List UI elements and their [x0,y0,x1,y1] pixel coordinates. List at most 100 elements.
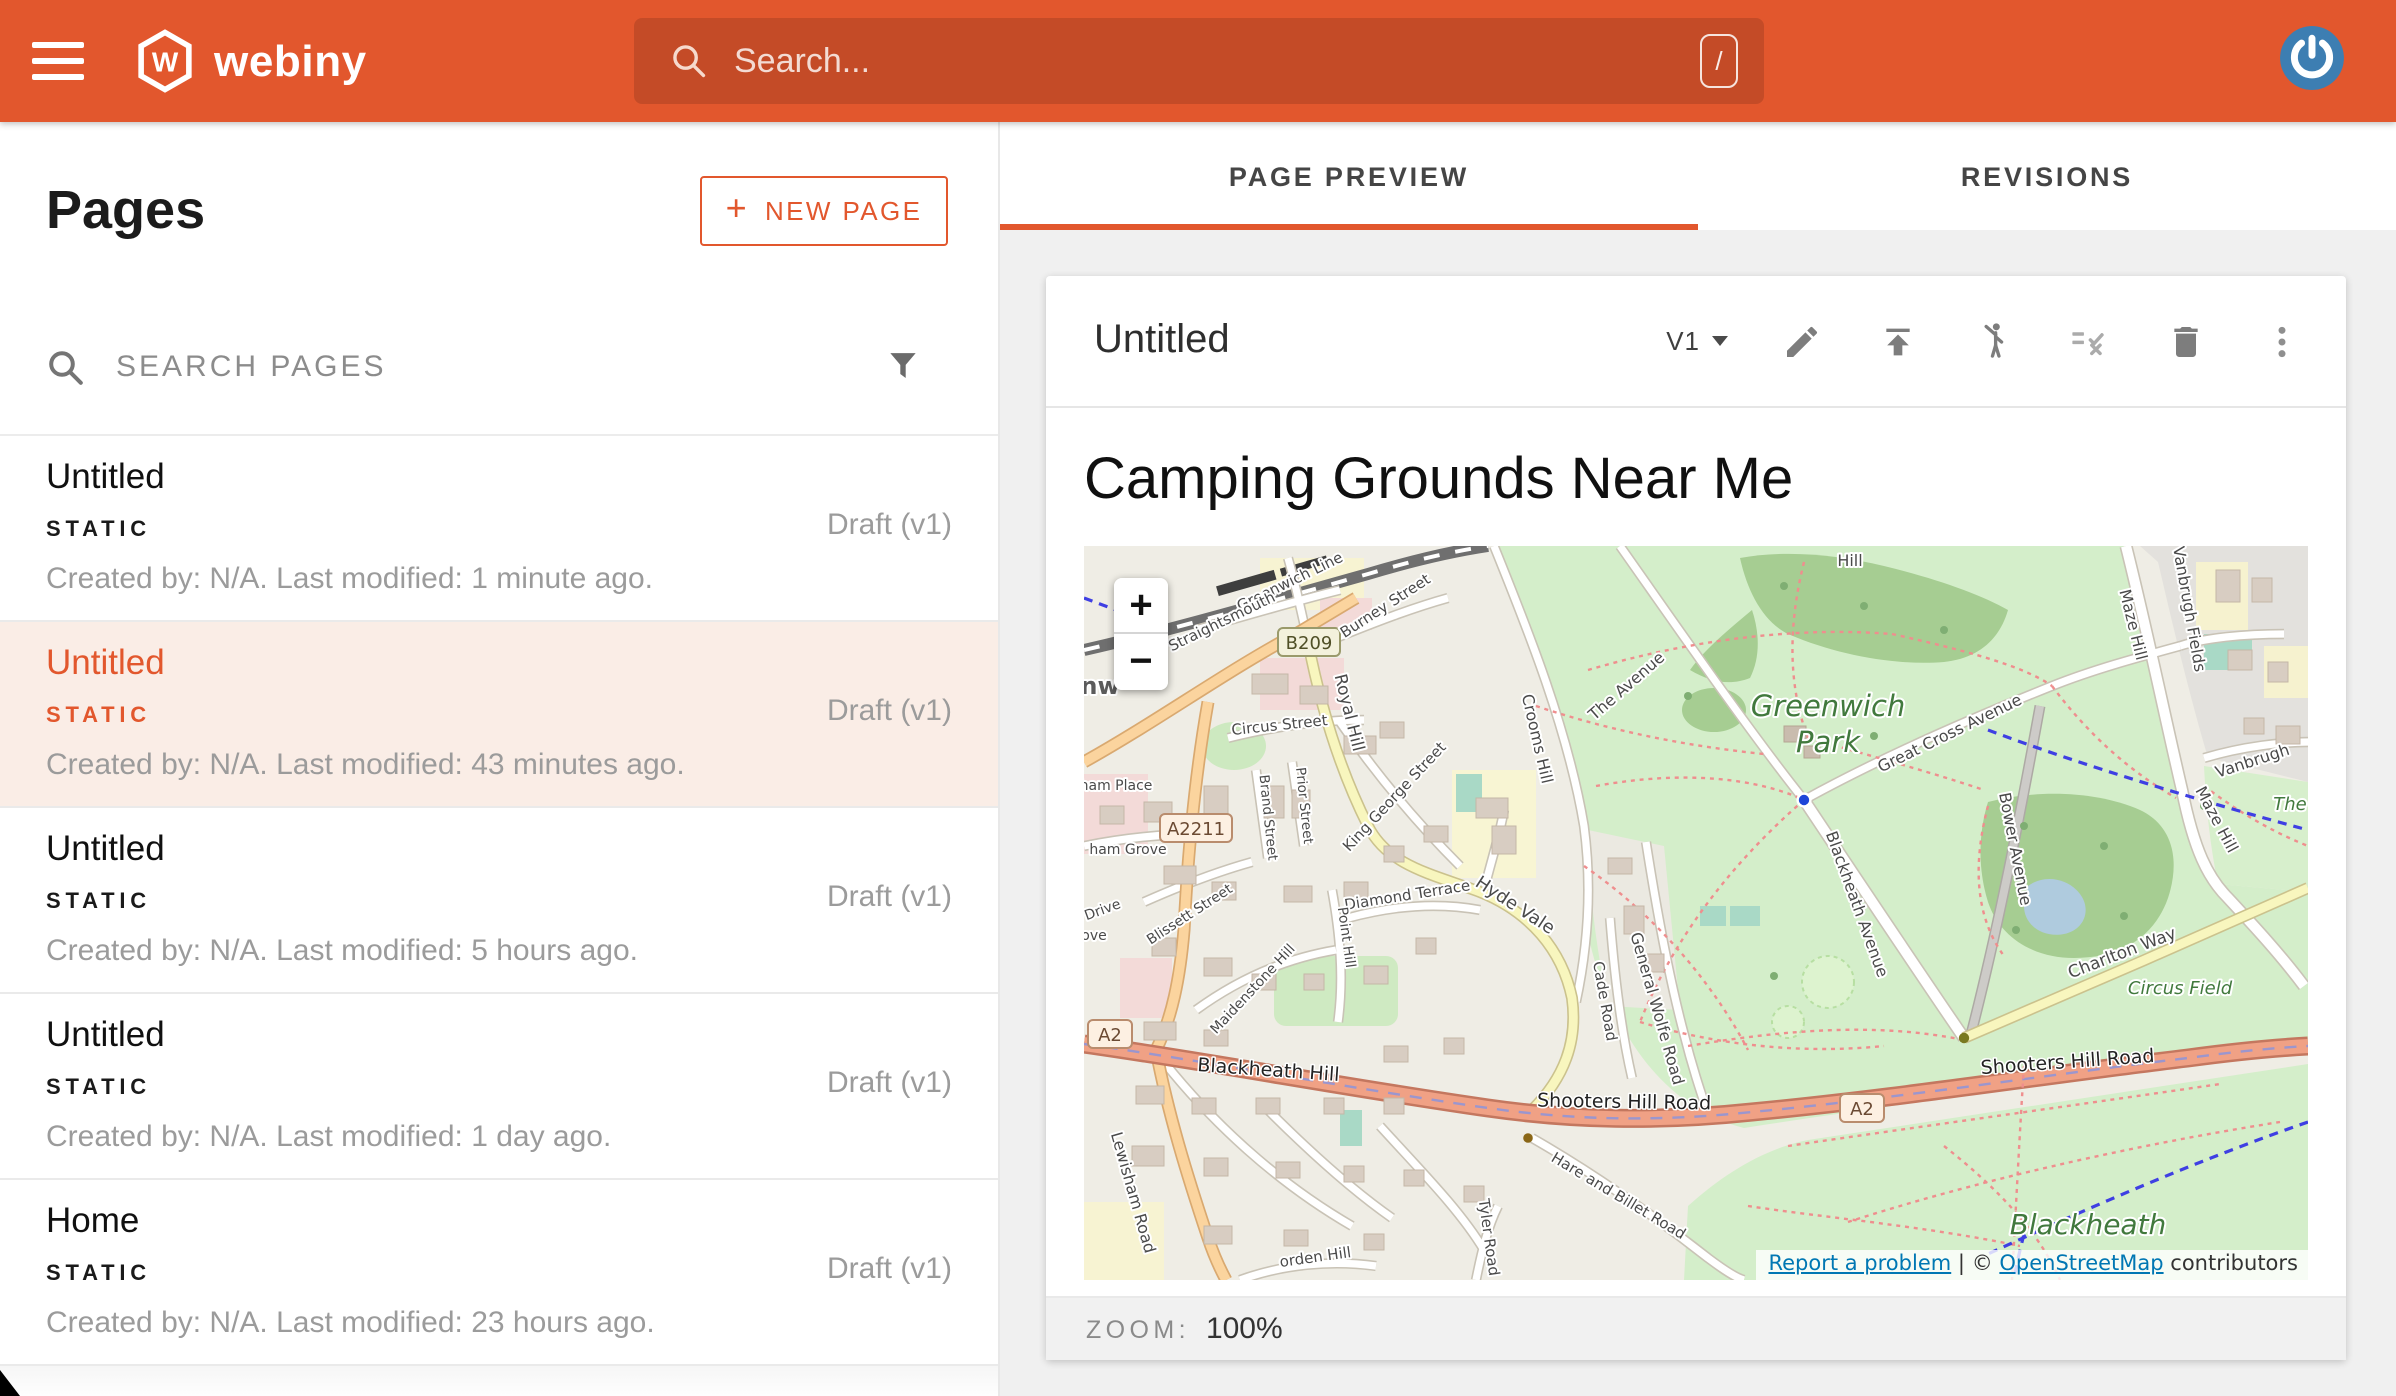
svg-text:The: The [2273,794,2306,815]
page-item-title: Untitled [46,828,165,870]
svg-text:A2211: A2211 [1167,819,1225,840]
svg-text:ove: ove [1084,928,1107,944]
page-item-title: Untitled [46,456,165,498]
page-item-type: STATIC [46,704,151,728]
svg-text:A2: A2 [1098,1025,1122,1046]
checklist-check-x-icon [2068,320,2110,362]
page-list-item[interactable]: Untitled STATIC Draft (v1) Created by: N… [0,436,998,622]
page-list-item[interactable]: Untitled STATIC Draft (v1) Created by: N… [0,808,998,994]
svg-text:A2: A2 [1850,1099,1874,1120]
contributors-text: contributors [2170,1252,2298,1276]
brand-wordmark: webiny [214,35,367,87]
filter-icon [884,345,922,383]
page-details-panel: PAGE PREVIEW REVISIONS Untitled V1 [1000,122,2396,1396]
global-search-input[interactable] [734,41,1700,81]
search-icon [670,42,708,80]
tab-page-preview[interactable]: PAGE PREVIEW [1000,122,1698,230]
page-item-meta: Created by: N/A. Last modified: 5 hours … [46,934,638,968]
webiny-logo: W webiny [134,28,367,94]
page-item-type: STATIC [46,518,151,542]
attribution-separator: | [1958,1252,1965,1276]
pencil-icon [1781,321,1821,361]
review-requests-button[interactable] [2068,320,2110,362]
page-list-item[interactable]: Home STATIC Draft (v1) Created by: N/A. … [0,1180,998,1366]
zoom-value: 100% [1206,1312,1283,1346]
page-item-title: Untitled [46,1014,165,1056]
preview-zoom-bar: ZOOM: 100% [1046,1296,2346,1360]
version-dropdown[interactable]: V1 [1666,326,1728,356]
svg-text:Park: Park [1796,725,1861,759]
map-canvas: B209 A2211 A2 A2 Greenwich Line Straight… [1084,546,2308,1280]
page-title: Pages [46,180,700,242]
vertical-dots-icon [2261,321,2301,361]
page-item-title: Untitled [46,642,165,684]
webiny-hexagon-icon: W [134,28,196,94]
content-heading: Camping Grounds Near Me [1084,448,2346,514]
version-value: V1 [1666,326,1700,356]
submit-review-button[interactable] [1972,320,2014,362]
map-attribution: Report a problem | © OpenStreetMap contr… [1756,1250,2308,1280]
report-problem-link[interactable]: Report a problem [1768,1252,1951,1276]
page-item-title: Home [46,1200,139,1242]
svg-text:Greenwich: Greenwich [1751,689,1906,723]
page-item-type: STATIC [46,1262,151,1286]
publish-button[interactable] [1876,320,1918,362]
map-zoom-control: + − [1114,578,1168,690]
svg-text:W: W [152,47,179,78]
page-item-meta: Created by: N/A. Last modified: 1 day ag… [46,1120,611,1154]
page-item-type: STATIC [46,1076,151,1100]
filter-button[interactable] [834,341,926,393]
edit-button[interactable] [1780,320,1822,362]
zoom-in-button[interactable]: + [1114,578,1168,634]
new-page-label: NEW PAGE [765,196,922,226]
page-item-meta: Created by: N/A. Last modified: 23 hours… [46,1306,655,1340]
svg-text:Circus Field: Circus Field [2128,978,2233,999]
keyboard-shortcut-badge: / [1700,34,1738,88]
new-page-button[interactable]: + NEW PAGE [700,176,948,246]
page-item-status: Draft (v1) [827,508,952,542]
user-avatar[interactable] [2280,26,2344,90]
search-pages-input[interactable] [116,350,834,384]
openstreetmap-link[interactable]: OpenStreetMap [1999,1252,2163,1276]
webiny-admin-page: W webiny / Pages + NEW PAGE [0,0,2396,1396]
page-item-status: Draft (v1) [827,694,952,728]
zoom-out-button[interactable]: − [1114,634,1168,690]
person-waving-icon [1972,320,2014,362]
delete-button[interactable] [2164,320,2206,362]
preview-page-title: Untitled [1094,318,1666,364]
copyright-symbol: © [1972,1252,1993,1276]
pages-header: Pages + NEW PAGE [0,122,998,300]
page-item-meta: Created by: N/A. Last modified: 43 minut… [46,748,685,782]
publish-icon [1877,321,1917,361]
global-search: / [634,18,1764,104]
svg-text:ham Place: ham Place [1084,778,1152,794]
chevron-down-icon [1712,336,1728,346]
menu-icon[interactable] [32,42,84,80]
page-item-status: Draft (v1) [827,1066,952,1100]
svg-text:ham Grove: ham Grove [1089,842,1166,858]
page-list-item-selected[interactable]: Untitled STATIC Draft (v1) Created by: N… [0,622,998,808]
page-item-status: Draft (v1) [827,880,952,914]
details-tabs: PAGE PREVIEW REVISIONS [1000,122,2396,230]
svg-text:Blackheath: Blackheath [2010,1208,2167,1241]
page-item-type: STATIC [46,890,151,914]
search-icon [46,347,86,387]
zoom-label: ZOOM: [1086,1315,1190,1343]
more-options-button[interactable] [2260,320,2302,362]
search-pages-bar [0,300,998,436]
svg-text:Shooters Hill Road: Shooters Hill Road [1537,1089,1711,1114]
svg-text:Hill: Hill [1837,551,1862,570]
preview-card-header: Untitled V1 [1046,276,2346,408]
pages-list-panel: Pages + NEW PAGE Untitled STATIC Draft (… [0,122,1000,1396]
page-preview-card: Untitled V1 [1046,276,2346,1360]
plus-icon: + [726,188,749,230]
svg-text:B209: B209 [1286,633,1333,654]
active-tab-indicator [1000,224,1698,230]
page-item-status: Draft (v1) [827,1252,952,1286]
top-app-bar: W webiny / [0,0,2396,122]
openstreetmap-embed[interactable]: B209 A2211 A2 A2 Greenwich Line Straight… [1084,546,2308,1280]
trash-icon [2165,321,2205,361]
tab-revisions[interactable]: REVISIONS [1698,122,2396,230]
page-list-item[interactable]: Untitled STATIC Draft (v1) Created by: N… [0,994,998,1180]
page-item-meta: Created by: N/A. Last modified: 1 minute… [46,562,653,596]
